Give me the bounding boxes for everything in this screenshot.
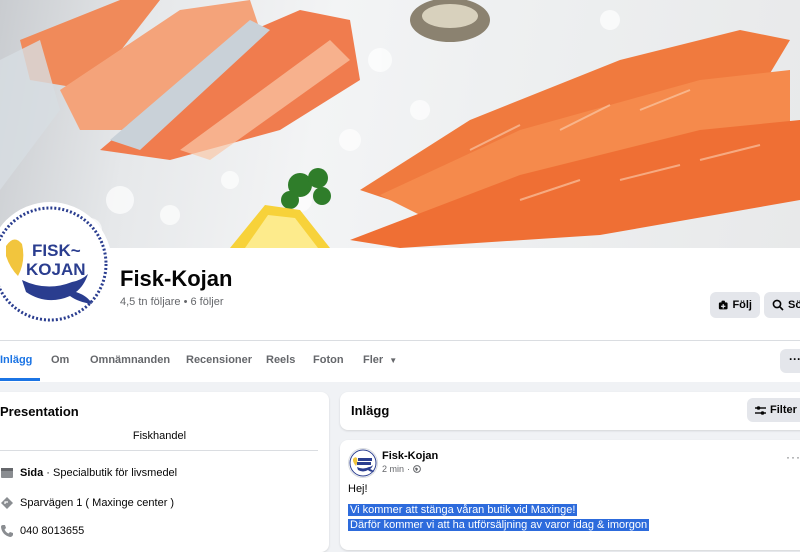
post-line-2: Därför kommer vi att ha utförsäljning av…	[348, 518, 650, 533]
tab-fler-label: Fler	[363, 354, 384, 366]
info-page-type: Sida · Specialbutik för livsmedel	[0, 466, 177, 480]
filter-button[interactable]: Filter	[747, 398, 800, 422]
post-options-button[interactable]: ···	[786, 450, 800, 464]
posts-title: Inlägg	[351, 403, 390, 418]
post-time[interactable]: 2 min	[382, 464, 404, 474]
logo-text-line1: FISK~	[32, 241, 81, 260]
post-meta: 2 min ·	[382, 464, 421, 474]
post-line-1-text: Vi kommer att stänga våran butik vid Max…	[348, 504, 578, 516]
post-body: Hej! Vi kommer att stänga våran butik vi…	[348, 482, 650, 533]
globe-icon	[413, 465, 421, 473]
fisk-kojan-logo-small	[349, 449, 377, 477]
posts-header-card: Inlägg Filter	[340, 392, 800, 430]
follow-icon	[718, 300, 728, 310]
follow-label: Följ	[732, 299, 752, 311]
tab-foton[interactable]: Foton	[313, 354, 344, 366]
post-author-name[interactable]: Fisk-Kojan	[382, 450, 438, 462]
search-icon	[772, 299, 784, 311]
cover-photo-illustration	[0, 0, 800, 248]
follow-button[interactable]: Följ	[710, 292, 760, 318]
tab-omnamnanden[interactable]: Omnämnanden	[90, 354, 170, 366]
tab-om[interactable]: Om	[51, 354, 69, 366]
tab-recensioner[interactable]: Recensioner	[186, 354, 252, 366]
post-line-2-text: Därför kommer vi att ha utförsäljning av…	[348, 519, 650, 531]
tab-fler[interactable]: Fler ▼	[363, 354, 397, 366]
page-type-text: Sida · Specialbutik för livsmedel	[20, 467, 177, 479]
cover-photo[interactable]	[0, 0, 800, 248]
post-greeting: Hej!	[348, 483, 368, 495]
more-options-button[interactable]: ···	[780, 349, 800, 373]
intro-divider	[0, 450, 318, 451]
info-address[interactable]: Sparvägen 1 ( Maxinge center )	[0, 496, 174, 510]
search-button[interactable]: Sö	[764, 292, 800, 318]
tab-inlagg[interactable]: Inlägg	[0, 354, 32, 366]
page-tabs: Inlägg Om Omnämnanden Recensioner Reels …	[0, 341, 800, 381]
page-stats[interactable]: 4,5 tn följare • 6 följer	[120, 296, 224, 308]
page-type-bold: Sida	[20, 467, 44, 479]
tab-reels[interactable]: Reels	[266, 354, 295, 366]
post-author-avatar[interactable]	[348, 448, 378, 478]
location-icon	[1, 497, 13, 509]
address-text: Sparvägen 1 ( Maxinge center )	[20, 497, 175, 509]
filter-icon	[755, 405, 766, 415]
page-title: Fisk-Kojan	[120, 266, 233, 291]
post-line-1: Vi kommer att stänga våran butik vid Max…	[348, 503, 649, 518]
filter-label: Filter	[770, 404, 797, 416]
page-type-rest: · Specialbutik för livsmedel	[43, 467, 178, 479]
info-phone[interactable]: 040 8013655	[0, 524, 84, 538]
meta-separator: ·	[407, 464, 411, 474]
post-card: Fisk-Kojan 2 min · ··· Hej! Vi kommer at…	[340, 440, 800, 550]
phone-icon	[1, 525, 13, 537]
intro-card: Presentation Fiskhandel Sida · Specialbu…	[0, 392, 329, 552]
active-tab-indicator	[0, 378, 40, 381]
search-label: Sö	[788, 299, 800, 311]
flag-icon	[1, 468, 13, 478]
intro-title: Presentation	[0, 404, 79, 419]
phone-text: 040 8013655	[20, 525, 85, 537]
intro-category: Fiskhandel	[132, 430, 187, 442]
chevron-down-icon: ▼	[389, 356, 398, 365]
logo-text-line2: KOJAN	[26, 260, 86, 279]
